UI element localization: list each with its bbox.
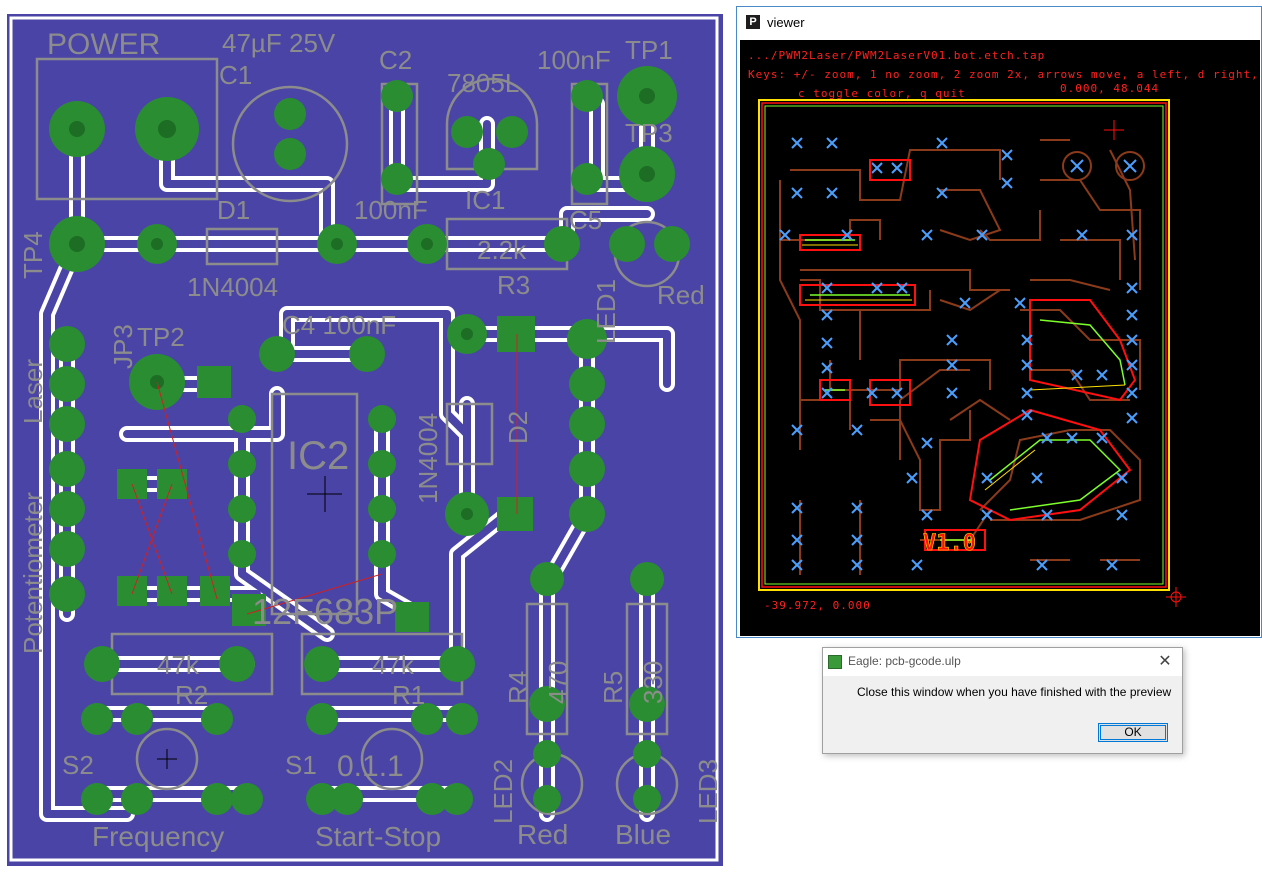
silk-c2-value: 100nF (537, 45, 611, 75)
silk-ic2: IC2 (287, 434, 349, 478)
viewer-titlebar[interactable]: P viewer (737, 7, 1261, 39)
silk-r1-value: 47k (372, 650, 415, 680)
processing-app-icon: P (746, 15, 760, 29)
silk-c3-value: 100nF (354, 195, 428, 225)
silk-tp4: TP4 (18, 231, 48, 279)
silk-jp3: JP3 (108, 324, 138, 369)
ok-button[interactable]: OK (1098, 723, 1168, 742)
silk-reg-value: 7805L (447, 68, 519, 98)
silk-start-stop: Start-Stop (315, 821, 441, 852)
silk-c4: C4 100nF (282, 310, 396, 340)
silk-ic1: IC1 (465, 185, 505, 215)
silk-tp1: TP1 (625, 35, 673, 65)
silk-led3: LED3 (693, 759, 723, 824)
silk-d2-value: 1N4004 (413, 413, 443, 504)
silk-mcu: 12F683P (252, 591, 398, 632)
silk-laser: Laser (18, 359, 48, 424)
silk-r4: R4 (503, 671, 533, 704)
drill-markers (779, 137, 1138, 571)
silk-led1-color: Red (657, 280, 705, 310)
silk-led1: LED1 (591, 279, 621, 344)
preview-dialog[interactable]: Eagle: pcb-gcode.ulp ✕ Close this window… (822, 647, 1183, 754)
silk-version: 0.1.1 (337, 750, 404, 783)
gcode-preview-canvas[interactable]: .../PWM2Laser/PWM2LaserV01.bot.etch.tap … (740, 40, 1260, 636)
dialog-close-button[interactable]: ✕ (1154, 651, 1176, 673)
isolation-paths (779, 139, 1141, 575)
silk-r2: R2 (175, 680, 208, 710)
eagle-app-icon (828, 655, 842, 669)
copper-pour (7, 14, 723, 866)
silk-c2: C2 (379, 45, 412, 75)
silk-frequency: Frequency (92, 821, 224, 852)
outline-red (761, 102, 1167, 588)
dialog-title: Eagle: pcb-gcode.ulp (848, 654, 961, 668)
origin-crosshair (1104, 120, 1186, 607)
silk-c5: C5 (569, 205, 602, 235)
silk-blue: Blue (615, 819, 671, 850)
silk-tp3: TP3 (625, 118, 673, 148)
silk-c1: C1 (219, 60, 252, 90)
silk-s2: S2 (62, 750, 94, 780)
toolpath-version-label: V1.0 (923, 531, 976, 556)
silk-r4-value: 470 (543, 661, 573, 704)
pcb-board-view: POWER 47µF 25V C1 C2 100nF 7805L TP1 TP3… (7, 14, 723, 866)
dialog-titlebar[interactable]: Eagle: pcb-gcode.ulp ✕ (823, 648, 1182, 676)
toolpath-drawing: V1.0 (758, 99, 1186, 607)
viewer-title: viewer (767, 15, 805, 30)
silk-d1-value: 1N4004 (187, 272, 278, 302)
large-pads (1062, 151, 1145, 181)
silk-led2: LED2 (488, 759, 518, 824)
silk-r3-value: 2.2k (477, 235, 527, 265)
toolpath-red (799, 159, 1137, 551)
silk-r1: R1 (392, 680, 425, 710)
silk-d2: D2 (503, 411, 533, 444)
silk-r5-value: 330 (638, 661, 668, 704)
silk-cap1-value: 47µF 25V (222, 28, 336, 58)
dialog-message: Close this window when you have finished… (857, 685, 1172, 699)
silk-power: POWER (47, 28, 160, 61)
silk-s1: S1 (285, 750, 317, 780)
pcb-layout: POWER 47µF 25V C1 C2 100nF 7805L TP1 TP3… (7, 14, 723, 866)
silk-potentiometer: Potentiometer (18, 492, 48, 654)
silk-r5: R5 (598, 671, 628, 704)
viewer-window[interactable]: P viewer .../PWM2Laser/PWM2LaserV01.bot.… (736, 6, 1262, 638)
large-pad-drills (1070, 159, 1137, 173)
close-icon: ✕ (1158, 653, 1172, 670)
silk-r3: R3 (497, 270, 530, 300)
silk-d1: D1 (217, 195, 250, 225)
silk-r2-value: 47k (157, 650, 200, 680)
silk-red: Red (517, 819, 568, 850)
silk-tp2: TP2 (137, 322, 185, 352)
